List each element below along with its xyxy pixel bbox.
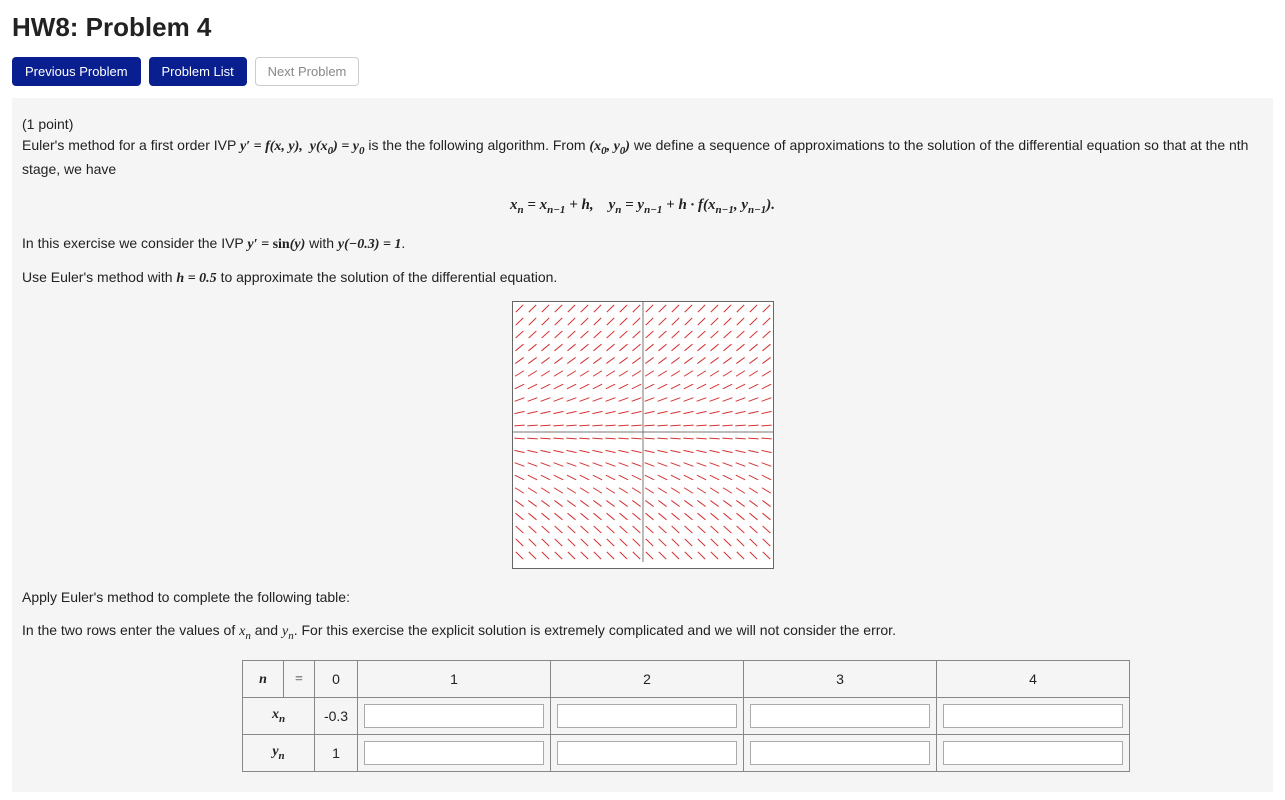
- points-label: (1 point): [22, 116, 73, 132]
- y3-input[interactable]: [750, 741, 930, 765]
- use-text-1: Use Euler's method with: [22, 269, 176, 285]
- x3-input[interactable]: [750, 704, 930, 728]
- n-label: n: [243, 661, 284, 698]
- y2-input[interactable]: [557, 741, 737, 765]
- use-text-2: to approximate the solution of the diffe…: [221, 269, 558, 285]
- rows-instruction: In the two rows enter the values of xn a…: [22, 620, 1263, 644]
- euler-table-wrap: n = 0 1 2 3 4 xn -0.3 yn 1: [242, 660, 1263, 772]
- x0-value: -0.3: [315, 698, 358, 735]
- col-3: 3: [744, 661, 937, 698]
- col-4: 4: [937, 661, 1130, 698]
- exercise-with: with: [309, 235, 338, 251]
- apply-text: Apply Euler's method to complete the fol…: [22, 587, 1263, 608]
- rows-and: and: [255, 622, 282, 638]
- page-title: HW8: Problem 4: [12, 12, 1273, 43]
- intro-math-2: (x0, y0): [589, 139, 630, 154]
- col-2: 2: [551, 661, 744, 698]
- points-and-intro: (1 point) Euler's method for a first ord…: [22, 114, 1263, 180]
- y1-input[interactable]: [364, 741, 544, 765]
- rows-text-2: . For this exercise the explicit solutio…: [294, 622, 896, 638]
- xn-row-label: xn: [243, 698, 315, 735]
- rows-text-1: In the two rows enter the values of: [22, 622, 239, 638]
- previous-problem-button[interactable]: Previous Problem: [12, 57, 141, 86]
- x2-input[interactable]: [557, 704, 737, 728]
- exercise-period: .: [401, 235, 405, 251]
- euler-table: n = 0 1 2 3 4 xn -0.3 yn 1: [242, 660, 1130, 772]
- next-problem-button: Next Problem: [255, 57, 360, 86]
- problem-body: (1 point) Euler's method for a first ord…: [12, 98, 1273, 792]
- table-row-xn: xn -0.3: [243, 698, 1130, 735]
- use-line: Use Euler's method with h = 0.5 to appro…: [22, 267, 1263, 289]
- intro-math-1: y′ = f(x, y), y(x0) = y0: [240, 139, 365, 154]
- yn-row-label: yn: [243, 735, 315, 772]
- intro-text-2: is the the following algorithm. From: [368, 137, 589, 153]
- use-math: h = 0.5: [176, 271, 216, 286]
- exercise-line: In this exercise we consider the IVP y′ …: [22, 233, 1263, 255]
- x4-input[interactable]: [943, 704, 1123, 728]
- rows-xn: xn: [239, 624, 251, 639]
- x1-input[interactable]: [364, 704, 544, 728]
- euler-equation-block: xn = xn−1 + h, yn = yn−1 + h · f(xn−1, y…: [22, 194, 1263, 219]
- direction-field-svg: [513, 302, 773, 562]
- exercise-math-2: y(−0.3) = 1: [338, 237, 402, 252]
- rows-yn: yn: [282, 624, 294, 639]
- y0-value: 1: [315, 735, 358, 772]
- exercise-text-1: In this exercise we consider the IVP: [22, 235, 247, 251]
- table-row-yn: yn 1: [243, 735, 1130, 772]
- y4-input[interactable]: [943, 741, 1123, 765]
- col-1: 1: [358, 661, 551, 698]
- exercise-math-1: y′ = sin(y): [247, 237, 305, 252]
- direction-field-plot: [22, 301, 1263, 569]
- intro-text-1: Euler's method for a first order IVP: [22, 137, 240, 153]
- table-row-header: n = 0 1 2 3 4: [243, 661, 1130, 698]
- nav-row: Previous Problem Problem List Next Probl…: [12, 57, 1273, 86]
- eq-label: =: [284, 661, 315, 698]
- col-0: 0: [315, 661, 358, 698]
- problem-list-button[interactable]: Problem List: [149, 57, 247, 86]
